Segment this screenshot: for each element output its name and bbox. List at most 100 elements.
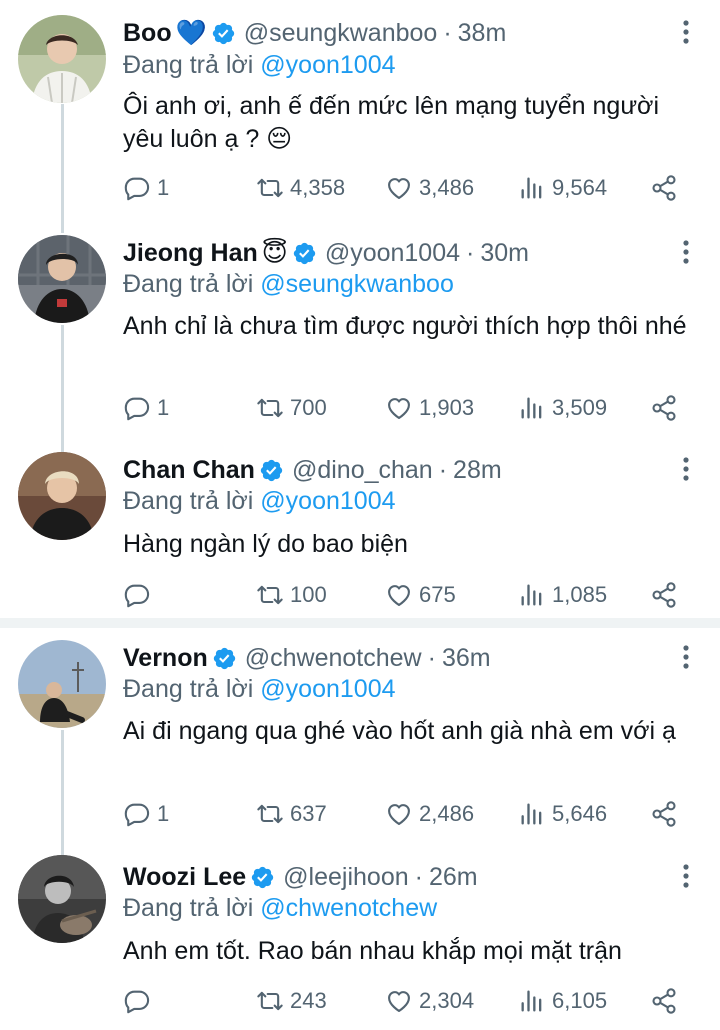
like-count: 2,486 (419, 801, 475, 826)
user-handle[interactable]: @seungkwanboo (244, 19, 438, 48)
thread-line (61, 104, 64, 225)
replying-to-label: Đang trả lời (123, 675, 254, 703)
like-button[interactable]: 2,486 (385, 796, 474, 832)
views-icon (518, 581, 546, 609)
more-options-icon[interactable] (680, 238, 692, 266)
views-button[interactable]: 6,105 (518, 983, 607, 1019)
replying-to: Đang trả lời @yoon1004 (123, 51, 396, 80)
thread-separator (0, 618, 720, 628)
avatar-jieong-han[interactable] (18, 235, 106, 323)
user-handle[interactable]: @leejihoon (283, 863, 408, 892)
like-button[interactable]: 3,486 (385, 170, 474, 206)
retweet-button[interactable]: 637 (256, 796, 327, 832)
retweet-count: 637 (290, 801, 327, 826)
timestamp[interactable]: 28m (453, 456, 502, 485)
replying-to-label: Đang trả lời (123, 487, 254, 515)
user-handle[interactable]: @yoon1004 (325, 239, 460, 268)
replying-to: Đang trả lời @yoon1004 (123, 675, 396, 704)
display-name[interactable]: Jieong Han (123, 239, 258, 268)
views-button[interactable]: 1,085 (518, 577, 607, 613)
replying-to-mention[interactable]: @yoon1004 (260, 675, 395, 703)
retweet-button[interactable]: 4,358 (256, 170, 345, 206)
views-icon (518, 174, 546, 202)
user-handle[interactable]: @chwenotchew (245, 644, 422, 673)
replying-to-mention[interactable]: @seungkwanboo (260, 270, 454, 298)
timestamp[interactable]: 26m (429, 863, 478, 892)
name-emoji: 💙 (175, 18, 207, 47)
display-name[interactable]: Woozi Lee (123, 863, 246, 892)
replying-to-mention[interactable]: @yoon1004 (260, 51, 395, 79)
share-button[interactable] (650, 170, 684, 206)
like-count: 675 (419, 582, 456, 607)
timestamp[interactable]: 38m (458, 19, 507, 48)
tweet-vernon[interactable]: Vernon @chwenotchew · 36m Đang trả lời @… (0, 628, 720, 843)
more-options-icon[interactable] (680, 643, 692, 671)
share-button[interactable] (650, 390, 684, 426)
reply-icon (123, 987, 151, 1015)
tweet-header: Boo 💙 @seungkwanboo · 38m (123, 14, 506, 52)
avatar-woozi-lee[interactable] (18, 855, 106, 943)
retweet-count: 700 (290, 395, 327, 420)
views-count: 3,509 (552, 395, 608, 420)
views-count: 1,085 (552, 582, 608, 607)
reply-icon (123, 800, 151, 828)
tweet-actions: 243 2,304 6,105 (123, 983, 698, 1019)
timestamp[interactable]: 36m (442, 644, 491, 673)
more-options-icon[interactable] (680, 862, 692, 890)
avatar-vernon[interactable] (18, 640, 106, 728)
reply-count: 1 (157, 175, 170, 200)
display-name[interactable]: Chan Chan (123, 456, 255, 485)
like-count: 3,486 (419, 175, 475, 200)
reply-button[interactable]: 1 (123, 390, 169, 426)
share-button[interactable] (650, 983, 684, 1019)
tweet-woozi-lee[interactable]: Woozi Lee @leejihoon · 26m Đang trả lời … (0, 843, 720, 1030)
tweet-text: Ai đi ngang qua ghé vào hốt anh già nhà … (123, 717, 676, 745)
replying-to-mention[interactable]: @yoon1004 (260, 487, 395, 515)
more-options-icon[interactable] (680, 455, 692, 483)
tweet-text: Anh chỉ là chưa tìm được người thích hợp… (123, 312, 687, 340)
more-options-icon[interactable] (680, 18, 692, 46)
reply-icon (123, 581, 151, 609)
share-icon (650, 581, 678, 609)
tweet-boo[interactable]: Boo 💙 @seungkwanboo · 38m Đang trả lời @… (0, 0, 720, 225)
retweet-count: 4,358 (290, 175, 346, 200)
retweet-button[interactable]: 243 (256, 983, 327, 1019)
retweet-button[interactable]: 100 (256, 577, 327, 613)
reply-button[interactable] (123, 983, 157, 1019)
replying-to-mention[interactable]: @chwenotchew (260, 894, 437, 922)
views-button[interactable]: 9,564 (518, 170, 607, 206)
display-name[interactable]: Vernon (123, 644, 208, 673)
views-count: 6,105 (552, 988, 608, 1013)
retweet-icon (256, 800, 284, 828)
tweet-chan-chan[interactable]: Chan Chan @dino_chan · 28m Đang trả lời … (0, 446, 720, 618)
tweet-actions: 1 637 2,486 5,646 (123, 796, 698, 832)
display-name[interactable]: Boo (123, 19, 172, 48)
share-button[interactable] (650, 796, 684, 832)
retweet-count: 100 (290, 582, 327, 607)
views-count: 5,646 (552, 801, 608, 826)
views-icon (518, 394, 546, 422)
retweet-button[interactable]: 700 (256, 390, 327, 426)
reply-button[interactable]: 1 (123, 796, 169, 832)
share-icon (650, 987, 678, 1015)
like-button[interactable]: 1,903 (385, 390, 474, 426)
like-icon (385, 800, 413, 828)
like-button[interactable]: 2,304 (385, 983, 474, 1019)
user-handle[interactable]: @dino_chan (292, 456, 433, 485)
like-count: 2,304 (419, 988, 475, 1013)
reply-icon (123, 394, 151, 422)
avatar-boo[interactable] (18, 15, 106, 103)
views-button[interactable]: 5,646 (518, 796, 607, 832)
thread-line (61, 225, 64, 233)
verified-badge-icon (259, 458, 284, 483)
verified-badge-icon (211, 21, 236, 46)
avatar-chan-chan[interactable] (18, 452, 106, 540)
views-button[interactable]: 3,509 (518, 390, 607, 426)
like-button[interactable]: 675 (385, 577, 456, 613)
tweet-jieong-han[interactable]: Jieong Han 😇 @yoon1004 · 30m Đang trả lờ… (0, 225, 720, 446)
share-button[interactable] (650, 577, 684, 613)
reply-button[interactable]: 1 (123, 170, 169, 206)
timestamp[interactable]: 30m (480, 239, 529, 268)
reply-button[interactable] (123, 577, 157, 613)
like-icon (385, 394, 413, 422)
